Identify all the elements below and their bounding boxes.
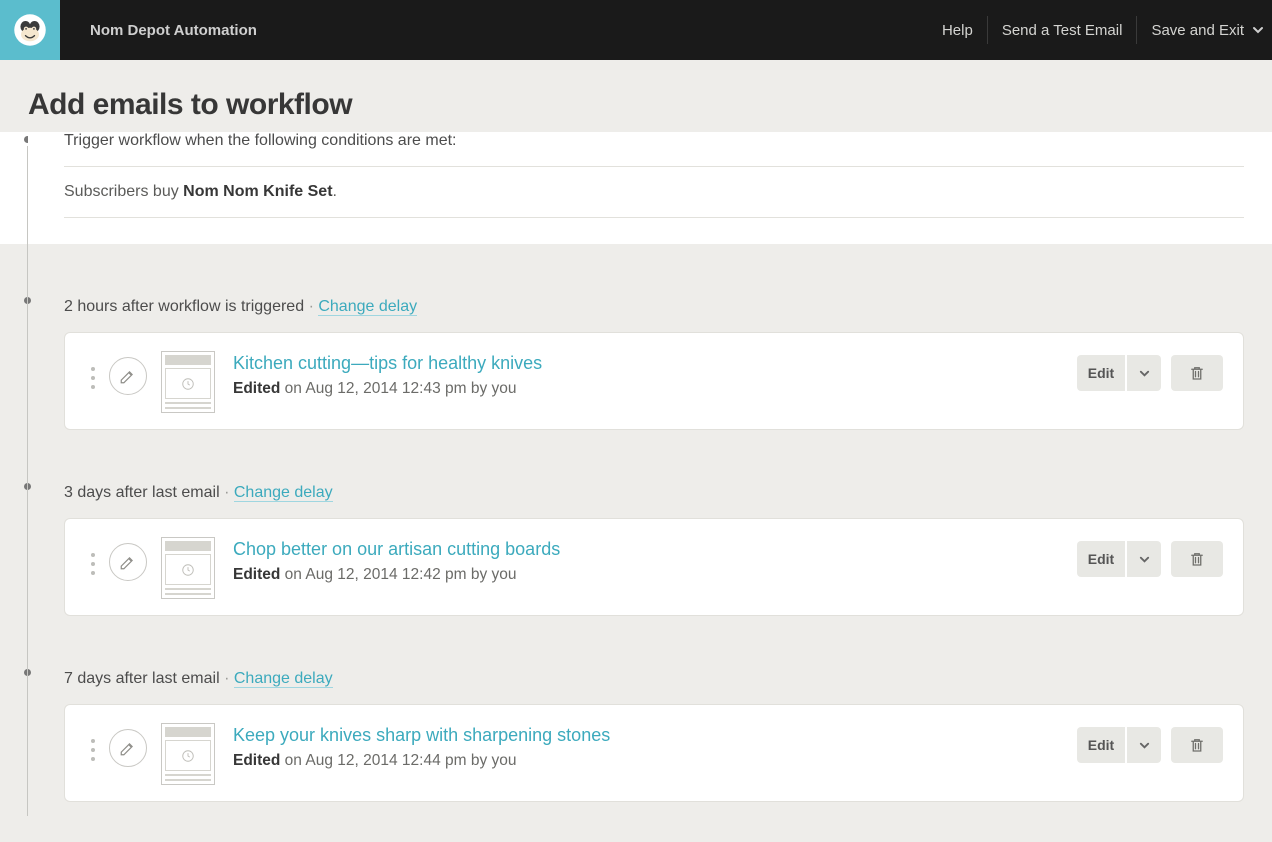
clock-icon (181, 749, 195, 763)
clock-icon (181, 563, 195, 577)
email-card: Chop better on our artisan cutting board… (64, 518, 1244, 616)
trash-icon (1188, 364, 1206, 382)
edit-dropdown-button[interactable] (1127, 355, 1161, 391)
trigger-condition-text: Subscribers buy Nom Nom Knife Set. (64, 166, 1244, 218)
email-thumbnail (161, 351, 215, 413)
workflow-step: 2 hours after workflow is triggered · Ch… (28, 244, 1244, 430)
clock-icon (181, 377, 195, 391)
draft-icon (109, 543, 147, 581)
email-card: Kitchen cutting—tips for healthy knives … (64, 332, 1244, 430)
save-and-exit-button[interactable]: Save and Exit (1136, 16, 1272, 44)
drag-handle[interactable] (85, 721, 101, 761)
save-and-exit-label: Save and Exit (1151, 22, 1244, 39)
email-meta: Edited on Aug 12, 2014 12:42 pm by you (233, 566, 1077, 584)
mailchimp-logo[interactable] (0, 0, 60, 60)
monkey-icon (12, 12, 48, 48)
pencil-icon (119, 367, 137, 385)
delay-text: 2 hours after workflow is triggered (64, 298, 304, 315)
workflow-step: 3 days after last email · Change delay C… (28, 430, 1244, 616)
trigger-prefix: Subscribers buy (64, 183, 183, 200)
delay-text: 7 days after last email (64, 670, 220, 687)
delay-row: 7 days after last email · Change delay (28, 616, 1244, 704)
delete-button[interactable] (1171, 355, 1223, 391)
chevron-down-icon (1139, 368, 1150, 379)
change-delay-link[interactable]: Change delay (234, 484, 333, 502)
pencil-icon (119, 739, 137, 757)
email-meta: Edited on Aug 12, 2014 12:43 pm by you (233, 380, 1077, 398)
email-title-link[interactable]: Keep your knives sharp with sharpening s… (233, 725, 610, 746)
page-title: Add emails to workflow (28, 88, 1244, 122)
edit-button[interactable]: Edit (1077, 727, 1125, 763)
change-delay-link[interactable]: Change delay (234, 670, 333, 688)
trash-icon (1188, 736, 1206, 754)
trigger-product: Nom Nom Knife Set (183, 183, 332, 200)
workflow-step: 7 days after last email · Change delay K… (28, 616, 1244, 802)
trigger-suffix: . (333, 183, 337, 200)
topbar: Nom Depot Automation Help Send a Test Em… (0, 0, 1272, 60)
trash-icon (1188, 550, 1206, 568)
email-thumbnail (161, 723, 215, 785)
chevron-down-icon (1139, 554, 1150, 565)
drag-handle[interactable] (85, 535, 101, 575)
email-thumbnail (161, 537, 215, 599)
drag-handle[interactable] (85, 349, 101, 389)
card-actions: Edit (1077, 349, 1223, 391)
delay-text: 3 days after last email (64, 484, 220, 501)
trigger-conditions-label: Trigger workflow when the following cond… (28, 132, 1244, 166)
change-delay-link[interactable]: Change delay (318, 298, 417, 316)
draft-icon (109, 729, 147, 767)
edit-button[interactable]: Edit (1077, 355, 1125, 391)
email-title-link[interactable]: Chop better on our artisan cutting board… (233, 539, 560, 560)
draft-icon (109, 357, 147, 395)
pencil-icon (119, 553, 137, 571)
edit-button[interactable]: Edit (1077, 541, 1125, 577)
delay-row: 3 days after last email · Change delay (28, 430, 1244, 518)
chevron-down-icon (1139, 740, 1150, 751)
delete-button[interactable] (1171, 541, 1223, 577)
delete-button[interactable] (1171, 727, 1223, 763)
email-card: Keep your knives sharp with sharpening s… (64, 704, 1244, 802)
delay-row: 2 hours after workflow is triggered · Ch… (28, 244, 1244, 332)
edit-dropdown-button[interactable] (1127, 541, 1161, 577)
campaign-name: Nom Depot Automation (90, 22, 257, 39)
card-actions: Edit (1077, 535, 1223, 577)
chevron-down-icon (1252, 24, 1264, 36)
card-actions: Edit (1077, 721, 1223, 763)
help-link[interactable]: Help (928, 16, 987, 44)
email-title-link[interactable]: Kitchen cutting—tips for healthy knives (233, 353, 542, 374)
send-test-email-link[interactable]: Send a Test Email (987, 16, 1137, 44)
email-meta: Edited on Aug 12, 2014 12:44 pm by you (233, 752, 1077, 770)
edit-dropdown-button[interactable] (1127, 727, 1161, 763)
